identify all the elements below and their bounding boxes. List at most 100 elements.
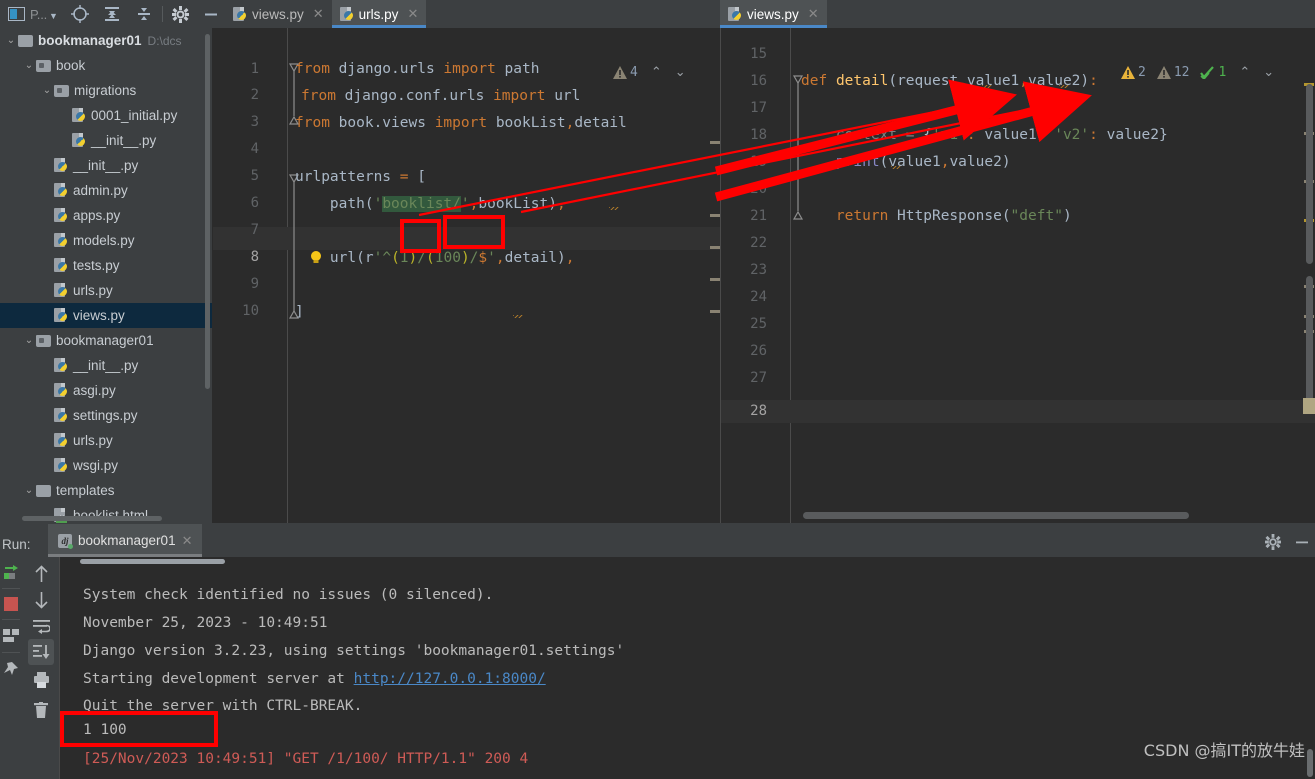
tab-views-py-right[interactable]: views.py ✕ <box>720 0 827 28</box>
scroll-up-icon[interactable] <box>28 561 54 587</box>
next-problem-icon[interactable]: ⌄ <box>1263 64 1274 80</box>
run-tab-bookmanager01[interactable]: dj bookmanager01 ✕ <box>48 524 203 557</box>
fold-markers[interactable] <box>721 28 1315 523</box>
tree-item-bookmanager01[interactable]: ⌄ bookmanager01 D:\dcs <box>0 28 212 53</box>
tree-item-admin-py[interactable]: admin.py <box>0 178 212 203</box>
project-dropdown-label[interactable]: P... <box>30 7 47 22</box>
folder-icon <box>18 34 33 47</box>
tree-horizontal-scrollbar[interactable] <box>22 516 162 521</box>
collapse-all-icon[interactable] <box>132 2 156 26</box>
tab-views-py-left[interactable]: views.py ✕ <box>225 0 332 28</box>
tree-item-tests-py[interactable]: tests.py <box>0 253 212 278</box>
chevron-down-icon[interactable]: ⌄ <box>40 85 54 96</box>
tree-item-templates[interactable]: ⌄ templates <box>0 478 212 503</box>
python-file-icon <box>54 308 68 323</box>
stop-icon[interactable] <box>0 591 22 617</box>
editor-pane-urls-py[interactable]: 1 2 3 4 5 6 7 8 9 10 from django.urls im… <box>213 28 836 523</box>
tree-item-urls-py[interactable]: urls.py <box>0 278 212 303</box>
line-number: 6 <box>250 195 259 211</box>
tree-item-views-py[interactable]: views.py <box>0 303 212 328</box>
minimize-icon[interactable] <box>1295 535 1309 554</box>
close-icon[interactable]: ✕ <box>407 6 418 22</box>
hide-icon[interactable] <box>199 2 223 26</box>
editor-pane-views-py[interactable]: 15 16 17 18 19 20 21 22 23 24 25 26 27 2… <box>721 28 1315 523</box>
code-line-6: path('booklist/',bookList), <box>329 196 566 212</box>
console-line: Quit the server with CTRL-BREAK. <box>83 698 363 714</box>
chevron-down-icon[interactable]: ⌄ <box>22 335 36 346</box>
tree-item---init---py[interactable]: __init__.py <box>0 128 212 153</box>
gear-icon[interactable] <box>1265 534 1281 555</box>
close-icon[interactable]: ✕ <box>182 533 193 549</box>
inspection-widget-right[interactable]: 2 12 1 ⌃ ⌄ <box>1121 64 1274 80</box>
editor-horizontal-scrollbar[interactable] <box>803 512 1189 519</box>
tree-item-label: asgi.py <box>73 383 116 398</box>
chevron-down-icon[interactable]: ⌄ <box>22 60 36 71</box>
layout-icon[interactable] <box>0 623 22 649</box>
tree-item-wsgi-py[interactable]: wsgi.py <box>0 453 212 478</box>
line-number: 23 <box>750 262 767 278</box>
tree-item-label: tests.py <box>73 258 120 273</box>
line-number: 28 <box>750 403 767 419</box>
line-number: 9 <box>250 276 259 292</box>
locate-icon[interactable] <box>68 2 92 26</box>
tree-item-label: book <box>56 58 86 73</box>
gear-icon[interactable] <box>169 2 193 26</box>
marker-stripe[interactable] <box>710 246 720 249</box>
marker-stripe[interactable] <box>710 310 720 313</box>
tree-vertical-scrollbar[interactable] <box>205 34 210 389</box>
scroll-down-icon[interactable] <box>28 587 54 613</box>
tree-item-settings-py[interactable]: settings.py <box>0 403 212 428</box>
prev-problem-icon[interactable]: ⌃ <box>651 64 662 80</box>
console-line: Django version 3.2.23, using settings 'b… <box>83 643 625 659</box>
marker-stripe[interactable] <box>710 214 720 217</box>
current-line-highlight <box>721 400 1315 423</box>
folder-icon <box>36 484 51 497</box>
close-icon[interactable]: ✕ <box>808 6 819 22</box>
tab-urls-py[interactable]: urls.py ✕ <box>331 0 427 28</box>
line-number: 24 <box>750 289 767 305</box>
line-number: 18 <box>750 127 767 143</box>
next-problem-icon[interactable]: ⌄ <box>675 64 686 80</box>
chevron-down-icon[interactable]: ⌄ <box>22 485 36 496</box>
rerun-icon[interactable] <box>0 559 22 585</box>
tree-item-migrations[interactable]: ⌄ migrations <box>0 78 212 103</box>
intention-bulb-icon[interactable] <box>308 250 324 266</box>
server-url-link[interactable]: http://127.0.0.1:8000/ <box>354 671 546 687</box>
run-console-output[interactable]: System check identified no issues (0 sil… <box>59 557 1315 779</box>
code-line-19: print(value1,value2) <box>835 154 1011 170</box>
close-icon[interactable]: ✕ <box>313 6 324 22</box>
tree-item-0001-initial-py[interactable]: 0001_initial.py <box>0 103 212 128</box>
tree-item-book[interactable]: ⌄ book <box>0 53 212 78</box>
inspection-widget-left[interactable]: 4 ⌃ ⌄ <box>613 64 686 80</box>
marker-stripe[interactable] <box>710 141 720 144</box>
expand-all-icon[interactable] <box>100 2 124 26</box>
tree-item---init---py[interactable]: __init__.py <box>0 353 212 378</box>
tree-item-models-py[interactable]: models.py <box>0 228 212 253</box>
pin-icon[interactable] <box>0 656 22 682</box>
editor-vertical-scrollbar[interactable] <box>1306 84 1313 264</box>
tree-item-apps-py[interactable]: apps.py <box>0 203 212 228</box>
tree-item---init---py[interactable]: __init__.py <box>0 153 212 178</box>
tree-item-asgi-py[interactable]: asgi.py <box>0 378 212 403</box>
line-number: 25 <box>750 316 767 332</box>
prev-problem-icon[interactable]: ⌃ <box>1239 64 1250 80</box>
console-top-scrollbar[interactable] <box>80 559 225 564</box>
chevron-down-icon[interactable]: ▼ <box>49 11 58 21</box>
soft-wrap-icon[interactable] <box>28 613 54 639</box>
project-view-icon[interactable] <box>4 2 28 26</box>
print-icon[interactable] <box>28 667 54 693</box>
project-tree[interactable]: ⌄ bookmanager01 D:\dcs ⌄ book ⌄ migrations 0001… <box>0 28 212 523</box>
editor-vertical-scrollbar-2[interactable] <box>1306 276 1313 406</box>
warning-triangle-icon <box>1156 65 1171 79</box>
tree-item-urls-py[interactable]: urls.py <box>0 428 212 453</box>
marker-stripe[interactable] <box>710 278 720 281</box>
clear-all-icon[interactable] <box>28 697 54 723</box>
gutter-divider <box>790 28 791 523</box>
scroll-to-end-icon[interactable] <box>28 639 54 665</box>
console-vertical-scrollbar[interactable] <box>1307 749 1313 777</box>
line-number: 15 <box>750 46 767 62</box>
tree-item-label: views.py <box>73 308 125 323</box>
tree-item-bookmanager01[interactable]: ⌄ bookmanager01 <box>0 328 212 353</box>
chevron-down-icon[interactable]: ⌄ <box>4 35 18 46</box>
python-file-icon <box>54 183 68 198</box>
